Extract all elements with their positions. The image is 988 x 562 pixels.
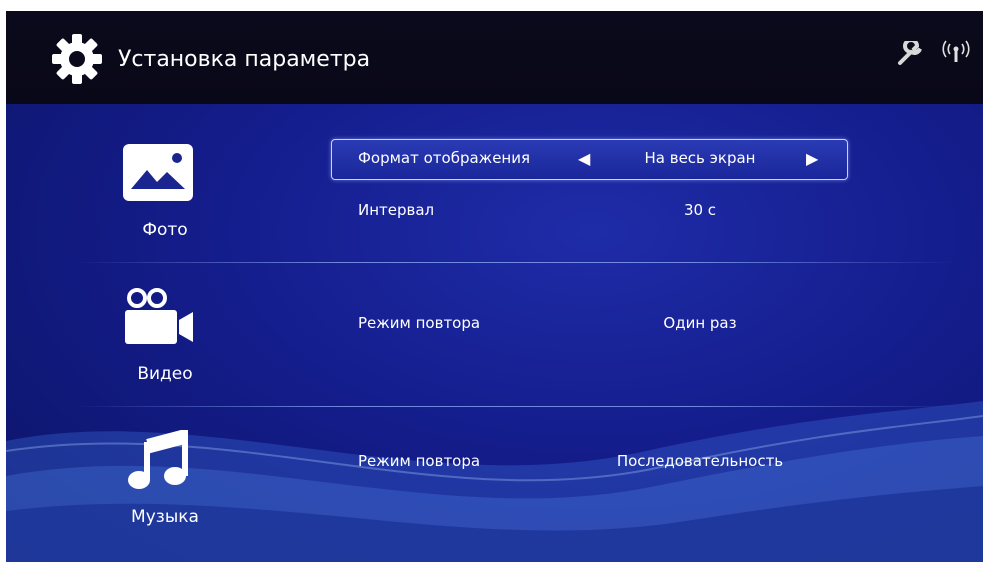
page-title: Установка параметра <box>118 47 371 72</box>
video-camera-icon[interactable] <box>123 288 195 346</box>
category-label-music[interactable]: Музыка <box>105 507 225 527</box>
setting-label-interval[interactable]: Интервал <box>358 201 434 219</box>
arrow-left-icon[interactable]: ◀ <box>578 149 590 168</box>
photo-icon[interactable] <box>123 144 193 201</box>
setting-label-display-format: Формат отображения <box>358 149 531 167</box>
section-divider <box>76 406 956 407</box>
wrench-icon <box>898 41 922 65</box>
gear-icon <box>52 34 102 84</box>
settings-screen: Установка параметра Фото Видео Музыка Фо… <box>6 11 983 562</box>
music-note-icon[interactable] <box>127 430 189 492</box>
arrow-right-icon[interactable]: ▶ <box>806 149 818 168</box>
section-divider <box>76 262 956 263</box>
header-bar: Установка параметра <box>6 11 983 104</box>
category-label-video[interactable]: Видео <box>105 364 225 384</box>
setting-value-interval[interactable]: 30 с <box>590 201 810 219</box>
setting-value-music-repeat[interactable]: Последовательность <box>590 452 810 470</box>
setting-label-video-repeat[interactable]: Режим повтора <box>358 314 480 332</box>
setting-value-video-repeat[interactable]: Один раз <box>590 314 810 332</box>
wifi-icon <box>942 40 970 62</box>
category-label-photo[interactable]: Фото <box>105 220 225 240</box>
setting-value-display-format: На весь экран <box>644 149 756 167</box>
setting-label-music-repeat[interactable]: Режим повтора <box>358 452 480 470</box>
